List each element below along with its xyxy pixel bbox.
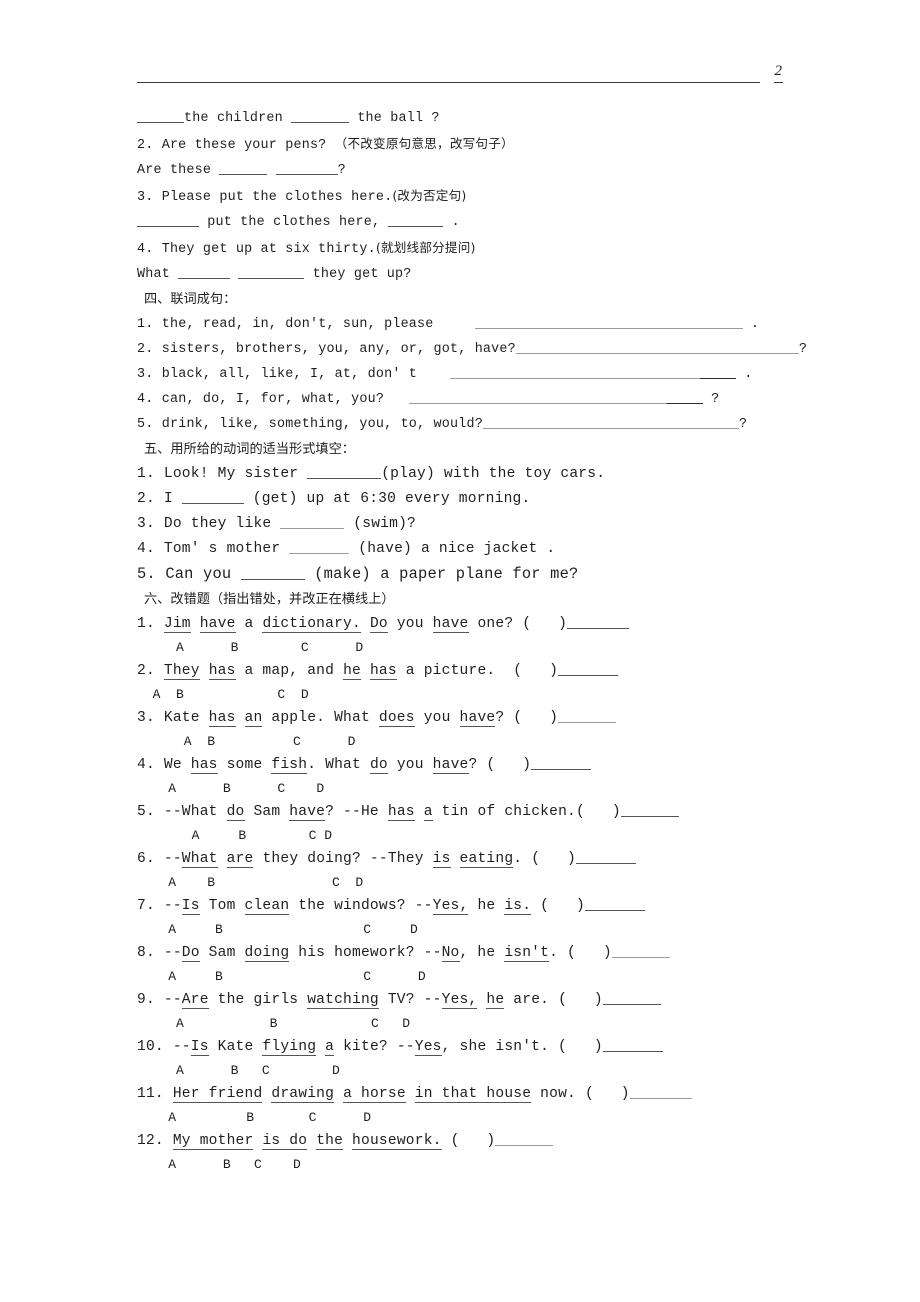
item-after: (have) a nice jacket . xyxy=(349,541,556,557)
section-four-item-4: 4. can, do, I, for, what, you? ? xyxy=(137,387,797,412)
item-before: Do they like xyxy=(163,516,281,532)
item-words: drink, like, something, you, to, would? xyxy=(161,417,483,432)
item-end: ? xyxy=(798,342,808,357)
section-five-item-2: 2. I (get) up at 6:30 every morning. xyxy=(137,487,797,512)
item-words: black, all, like, I, at, don' t xyxy=(161,367,418,382)
correction-item-4: 4. We has some fish. What do you have? (… xyxy=(137,753,797,778)
document-body: the children the ball ? 2. Are these you… xyxy=(137,106,807,1176)
correction-item-10: 10. --Is Kate flying a kite? --Yes, she … xyxy=(137,1035,797,1060)
item-before: I xyxy=(163,491,182,507)
item-number: 4. xyxy=(137,392,154,407)
page-header: 2 xyxy=(137,62,783,94)
correction-item-4-letters: A B C D xyxy=(137,781,325,796)
section-five-heading: 五、用所给的动词的适当形式填空： xyxy=(144,442,355,457)
correction-item-12-letters: A B C D xyxy=(137,1157,301,1172)
correction-item-8-letters: A B C D xyxy=(137,969,426,984)
correction-item-7-letters: A B C D xyxy=(137,922,418,937)
section-five-item-5: 5. Can you (make) a paper plane for me? xyxy=(137,562,797,587)
item-words: the, read, in, don't, sun, please xyxy=(161,317,434,332)
section-five-item-3: 3. Do they like (swim)? xyxy=(137,512,797,537)
rewrite-item-2-answer: Are these ? xyxy=(137,163,346,178)
item-number: 1. xyxy=(137,317,154,332)
correction-item-5-letters: A B C D xyxy=(137,828,333,843)
document-page: 2 the children the ball ? 2. Are these y… xyxy=(0,0,920,1302)
correction-item-3-letters: A B C D xyxy=(137,734,356,749)
rewrite-item-3-question: 3. Please put the clothes here.(改为否定句) xyxy=(137,188,467,205)
section-four-item-2: 2. sisters, brothers, you, any, or, got,… xyxy=(137,337,807,362)
item-before: Can you xyxy=(165,565,241,583)
rewrite-item-4-question: 4. They get up at six thirty.(就划线部分提问) xyxy=(137,240,476,257)
correction-item-1: 1. Jim have a dictionary. Do you have on… xyxy=(137,612,797,637)
correction-item-10-letters: A B C D xyxy=(137,1063,340,1078)
correction-item-5: 5. --What do Sam have? --He has a tin of… xyxy=(137,800,797,825)
correction-item-6-letters: A B C D xyxy=(137,875,364,890)
correction-item-9-letters: A B C D xyxy=(137,1016,411,1031)
item-number: 1. xyxy=(137,466,155,482)
correction-item-2-letters: A B C D xyxy=(137,687,309,702)
correction-item-6: 6. --What are they doing? --They is eati… xyxy=(137,847,797,872)
item-number: 5. xyxy=(137,565,156,583)
item-end: . xyxy=(750,317,760,332)
section-five-item-4: 4. Tom' s mother (have) a nice jacket . xyxy=(137,537,797,562)
item-end: . xyxy=(744,367,753,382)
item-after: (play) with the toy cars. xyxy=(381,466,606,482)
rewrite-line-1-answer: the children the ball ? xyxy=(137,106,797,131)
item-end: ? xyxy=(711,392,720,407)
item-number: 2. xyxy=(137,342,154,357)
item-number: 2. xyxy=(137,491,155,507)
section-four-item-1: 1. the, read, in, don't, sun, please . xyxy=(137,312,797,337)
rewrite-item-4-answer: What they get up? xyxy=(137,267,412,282)
header-rule xyxy=(137,82,760,83)
item-before: Tom' s mother xyxy=(163,541,290,557)
item-words: sisters, brothers, you, any, or, got, ha… xyxy=(161,342,516,357)
section-four-item-5: 5. drink, like, something, you, to, woul… xyxy=(137,412,797,437)
item-end: ? xyxy=(738,417,748,432)
correction-item-9: 9. --Are the girls watching TV? --Yes, h… xyxy=(137,988,797,1013)
correction-item-1-letters: A B C D xyxy=(137,640,364,655)
section-six-heading: 六、改错题（指出错处，并改正在横线上） xyxy=(144,592,395,607)
item-after: (get) up at 6:30 every morning. xyxy=(243,491,531,507)
item-before: Look! My sister xyxy=(163,466,308,482)
item-number: 4. xyxy=(137,541,155,557)
correction-item-3: 3. Kate has an apple. What does you have… xyxy=(137,706,797,731)
item-after: (swim)? xyxy=(344,516,417,532)
correction-item-8: 8. --Do Sam doing his homework? --No, he… xyxy=(137,941,797,966)
correction-item-7: 7. --Is Tom clean the windows? --Yes, he… xyxy=(137,894,797,919)
section-five-item-1: 1. Look! My sister (play) with the toy c… xyxy=(137,462,797,487)
rewrite-item-2-question: 2. Are these your pens? （不改变原句意思，改写句子） xyxy=(137,136,514,153)
item-words: can, do, I, for, what, you? xyxy=(161,392,385,407)
section-four-item-3: 3. black, all, like, I, at, don' t . xyxy=(137,362,797,387)
item-number: 3. xyxy=(137,367,154,382)
item-after: (make) a paper plane for me? xyxy=(304,565,579,583)
correction-item-11: 11. Her friend drawing a horse in that h… xyxy=(137,1082,797,1107)
correction-item-12: 12. My mother is do the housework. ( ) xyxy=(137,1129,797,1154)
item-number: 5. xyxy=(137,417,154,432)
page-number: 2 xyxy=(773,62,783,83)
correction-item-11-letters: A B C D xyxy=(137,1110,372,1125)
item-number: 3. xyxy=(137,516,155,532)
rewrite-item-3-answer: put the clothes here, . xyxy=(137,210,797,235)
section-four-heading: 四、联词成句： xyxy=(144,292,237,307)
correction-item-2: 2. They has a map, and he has a picture.… xyxy=(137,659,797,684)
